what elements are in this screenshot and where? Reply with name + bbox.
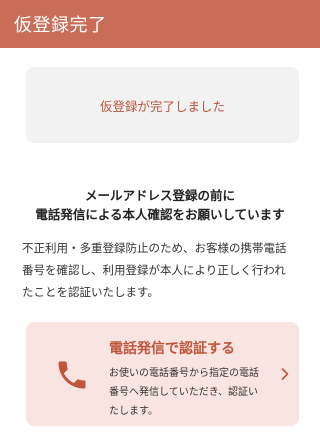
- phone-icon: [58, 361, 86, 389]
- phone-call-verify-button[interactable]: 電話発信で認証する お使いの電話番号から指定の電話 番号へ発信していただき、認証…: [26, 322, 299, 426]
- page-title: 仮登録完了: [14, 15, 107, 36]
- chevron-right-icon: [281, 368, 289, 380]
- call-card-description: お使いの電話番号から指定の電話 番号へ発信していただき、認証い たします。: [109, 364, 259, 421]
- call-card-title: 電話発信で認証する: [109, 341, 235, 357]
- app-header: 仮登録完了: [0, 0, 320, 48]
- description-line-2: 番号を確認し、利用登録が本人により正しく行われ: [22, 263, 286, 277]
- verification-description: 不正利用・多重登録防止のため、お客様の携帯電話 番号を確認し、利用登録が本人によ…: [22, 237, 304, 303]
- description-line-3: たことを認証いたします。: [22, 285, 159, 299]
- description-line-1: 不正利用・多重登録防止のため、お客様の携帯電話: [22, 241, 287, 255]
- call-desc-line-2: 番号へ発信していただき、認証い: [109, 387, 258, 398]
- call-desc-line-1: お使いの電話番号から指定の電話: [109, 368, 259, 379]
- verification-headline: メールアドレス登録の前に 電話発信による本人確認をお願いしています: [0, 186, 320, 224]
- headline-line-1: メールアドレス登録の前に: [84, 188, 235, 203]
- headline-line-2: 電話発信による本人確認をお願いしています: [35, 207, 285, 222]
- registration-notice: 仮登録が完了しました: [26, 67, 299, 143]
- call-desc-line-3: たします。: [109, 406, 158, 417]
- notice-text: 仮登録が完了しました: [99, 98, 225, 114]
